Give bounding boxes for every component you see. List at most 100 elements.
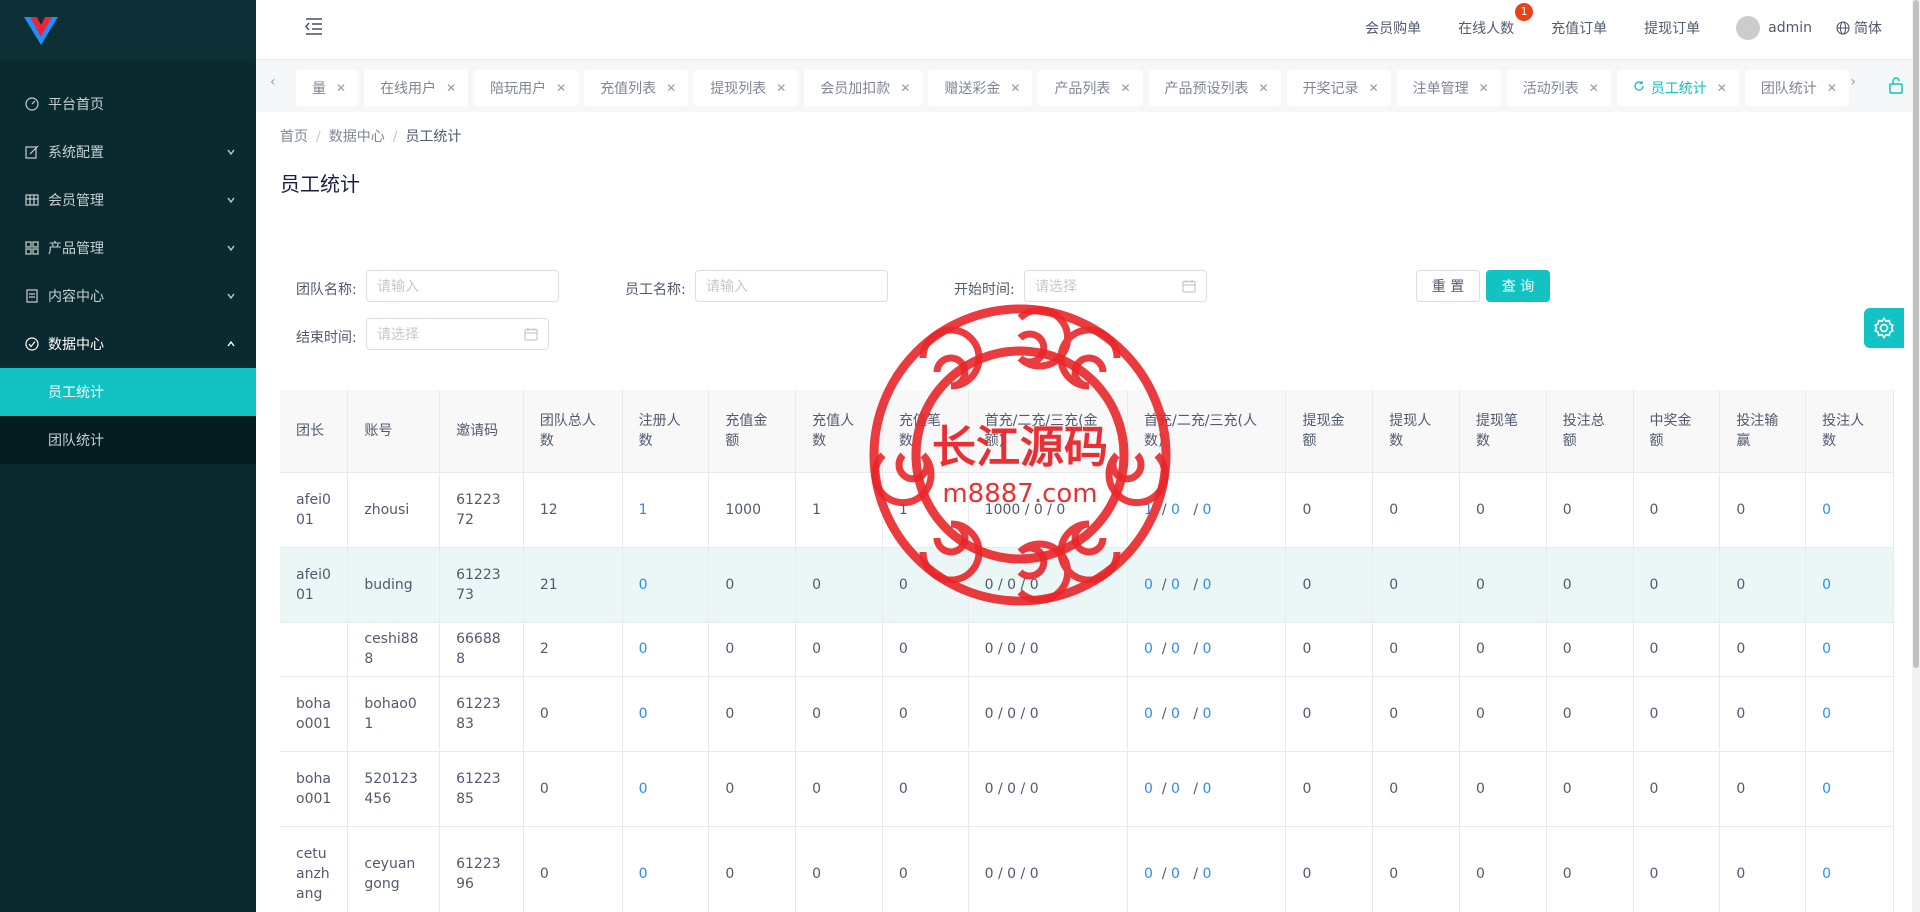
reset-button[interactable]: 重 置 [1416, 270, 1480, 302]
tab-2[interactable]: 陪玩用户 ✕ [474, 70, 579, 106]
count-link[interactable]: 0 [639, 641, 648, 657]
withdraw-orders-link[interactable]: 提现订单 [1644, 18, 1700, 38]
count-link[interactable]: 1 [639, 502, 648, 518]
third-charge-count-link[interactable]: 0 [1203, 706, 1212, 722]
close-icon[interactable]: ✕ [1010, 81, 1020, 95]
sidebar-item-5[interactable]: 数据中心 [0, 320, 256, 368]
table-cell: 0 [1633, 472, 1721, 548]
language-switch[interactable]: 简体 [1836, 18, 1882, 38]
breadcrumb-data-center[interactable]: 数据中心 [329, 129, 385, 145]
close-icon[interactable]: ✕ [666, 81, 676, 95]
table-row[interactable]: bohao001 bohao01 6122383 0 0 0 0 0 0 / 0 / 00 / … [280, 676, 1894, 752]
table-row[interactable]: afei001 zhousi 6122372 12 1 1000 1 1 1000 / 0 / … [280, 472, 1894, 548]
start-time-picker[interactable]: 请选择 [1024, 270, 1207, 302]
count-link[interactable]: 0 [1822, 577, 1831, 593]
close-icon[interactable]: ✕ [1259, 81, 1269, 95]
second-charge-count-link[interactable]: 0 [1171, 502, 1180, 518]
close-icon[interactable]: ✕ [1717, 81, 1727, 95]
tab-12[interactable]: 员工统计 ✕ [1616, 70, 1739, 106]
count-link[interactable]: 0 [639, 866, 648, 882]
column-header: 投注人数 [1805, 390, 1894, 473]
close-icon[interactable]: ✕ [336, 81, 346, 95]
first-charge-count-link[interactable]: 0 [1144, 866, 1153, 882]
sidebar-subitem-1[interactable]: 团队统计 [0, 416, 256, 464]
globe-icon [1836, 21, 1850, 35]
sidebar-item-4[interactable]: 内容中心 [0, 272, 256, 320]
end-time-picker[interactable]: 请选择 [366, 318, 549, 350]
table-row[interactable]: bohao001 520123456 6122385 0 0 0 0 0 0 / 0 / 00 … [280, 751, 1894, 827]
online-count-link[interactable]: 在线人数 1 [1458, 3, 1534, 38]
first-charge-count-link[interactable]: 1 [1144, 502, 1153, 518]
close-icon[interactable]: ✕ [556, 81, 566, 95]
scrollbar-thumb[interactable] [1913, 0, 1919, 668]
settings-button[interactable] [1864, 308, 1904, 348]
tab-13[interactable]: 团队统计 ✕ [1744, 70, 1849, 106]
close-icon[interactable]: ✕ [776, 81, 786, 95]
close-icon[interactable]: ✕ [1589, 81, 1599, 95]
language-label: 简体 [1854, 21, 1882, 37]
table-cell: 0 [708, 622, 797, 677]
third-charge-count-link[interactable]: 0 [1203, 781, 1212, 797]
recharge-orders-link[interactable]: 充值订单 [1551, 18, 1607, 38]
count-link[interactable]: 0 [1822, 502, 1831, 518]
close-icon[interactable]: ✕ [900, 81, 910, 95]
sidebar-item-0[interactable]: 平台首页 [0, 80, 256, 128]
page-scrollbar[interactable] [1912, 0, 1920, 912]
tab-9[interactable]: 开奖记录 ✕ [1286, 70, 1391, 106]
second-charge-count-link[interactable]: 0 [1171, 577, 1180, 593]
tab-5[interactable]: 会员加扣款 ✕ [804, 70, 923, 106]
count-link[interactable]: 0 [639, 781, 648, 797]
sidebar-item-3[interactable]: 产品管理 [0, 224, 256, 272]
close-icon[interactable]: ✕ [1120, 81, 1130, 95]
refresh-icon[interactable] [1633, 80, 1645, 96]
count-link[interactable]: 0 [1822, 641, 1831, 657]
table-row[interactable]: cetuanzhang ceyuangong 6122396 0 0 0 0 0 0 / 0 /… [280, 826, 1894, 912]
table-row[interactable]: afei001 buding 6122373 21 0 0 0 0 0 / 0 / 00 / 0… [280, 547, 1894, 623]
count-link[interactable]: 0 [1822, 706, 1831, 722]
sidebar-item-2[interactable]: 会员管理 [0, 176, 256, 224]
count-link[interactable]: 0 [1822, 866, 1831, 882]
first-charge-count-link[interactable]: 0 [1144, 706, 1153, 722]
breadcrumb-home[interactable]: 首页 [280, 129, 308, 145]
second-charge-count-link[interactable]: 0 [1171, 866, 1180, 882]
third-charge-count-link[interactable]: 0 [1203, 577, 1212, 593]
count-link[interactable]: 0 [639, 577, 648, 593]
tab-11[interactable]: 活动列表 ✕ [1506, 70, 1611, 106]
tab-8[interactable]: 产品预设列表 ✕ [1148, 70, 1281, 106]
third-charge-count-link[interactable]: 0 [1203, 641, 1212, 657]
user-menu[interactable]: admin [1736, 16, 1812, 40]
table-row[interactable]: ceshi888 666888 2 0 0 0 0 0 / 0 / 00 / 0 / 0000… [280, 622, 1894, 677]
logo[interactable] [0, 0, 256, 60]
count-link[interactable]: 0 [1822, 781, 1831, 797]
third-charge-count-link[interactable]: 0 [1203, 866, 1212, 882]
close-icon[interactable]: ✕ [1369, 81, 1379, 95]
lock-icon[interactable] [1888, 76, 1904, 98]
second-charge-count-link[interactable]: 0 [1171, 781, 1180, 797]
count-link[interactable]: 0 [639, 706, 648, 722]
tab-3[interactable]: 充值列表 ✕ [584, 70, 689, 106]
staff-name-input[interactable]: 请输入 [695, 270, 888, 302]
tab-4[interactable]: 提现列表 ✕ [694, 70, 799, 106]
tab-0[interactable]: 量 ✕ [296, 70, 359, 106]
second-charge-count-link[interactable]: 0 [1171, 706, 1180, 722]
tabs-next-icon[interactable]: › [1850, 74, 1856, 90]
close-icon[interactable]: ✕ [446, 81, 456, 95]
tab-6[interactable]: 赠送彩金 ✕ [928, 70, 1033, 106]
team-name-input[interactable]: 请输入 [366, 270, 559, 302]
first-charge-count-link[interactable]: 0 [1144, 577, 1153, 593]
tab-1[interactable]: 在线用户 ✕ [364, 70, 469, 106]
first-charge-count-link[interactable]: 0 [1144, 641, 1153, 657]
tab-10[interactable]: 注单管理 ✕ [1396, 70, 1501, 106]
menu-fold-icon[interactable] [304, 16, 324, 40]
member-orders-link[interactable]: 会员购单 [1365, 18, 1421, 38]
close-icon[interactable]: ✕ [1479, 81, 1489, 95]
close-icon[interactable]: ✕ [1827, 81, 1837, 95]
tabs-prev-icon[interactable]: ‹ [270, 74, 276, 90]
second-charge-count-link[interactable]: 0 [1171, 641, 1180, 657]
sidebar-item-1[interactable]: 系统配置 [0, 128, 256, 176]
query-button[interactable]: 查 询 [1486, 270, 1550, 302]
tab-7[interactable]: 产品列表 ✕ [1038, 70, 1143, 106]
first-charge-count-link[interactable]: 0 [1144, 781, 1153, 797]
third-charge-count-link[interactable]: 0 [1203, 502, 1212, 518]
sidebar-subitem-0[interactable]: 员工统计 [0, 368, 256, 416]
